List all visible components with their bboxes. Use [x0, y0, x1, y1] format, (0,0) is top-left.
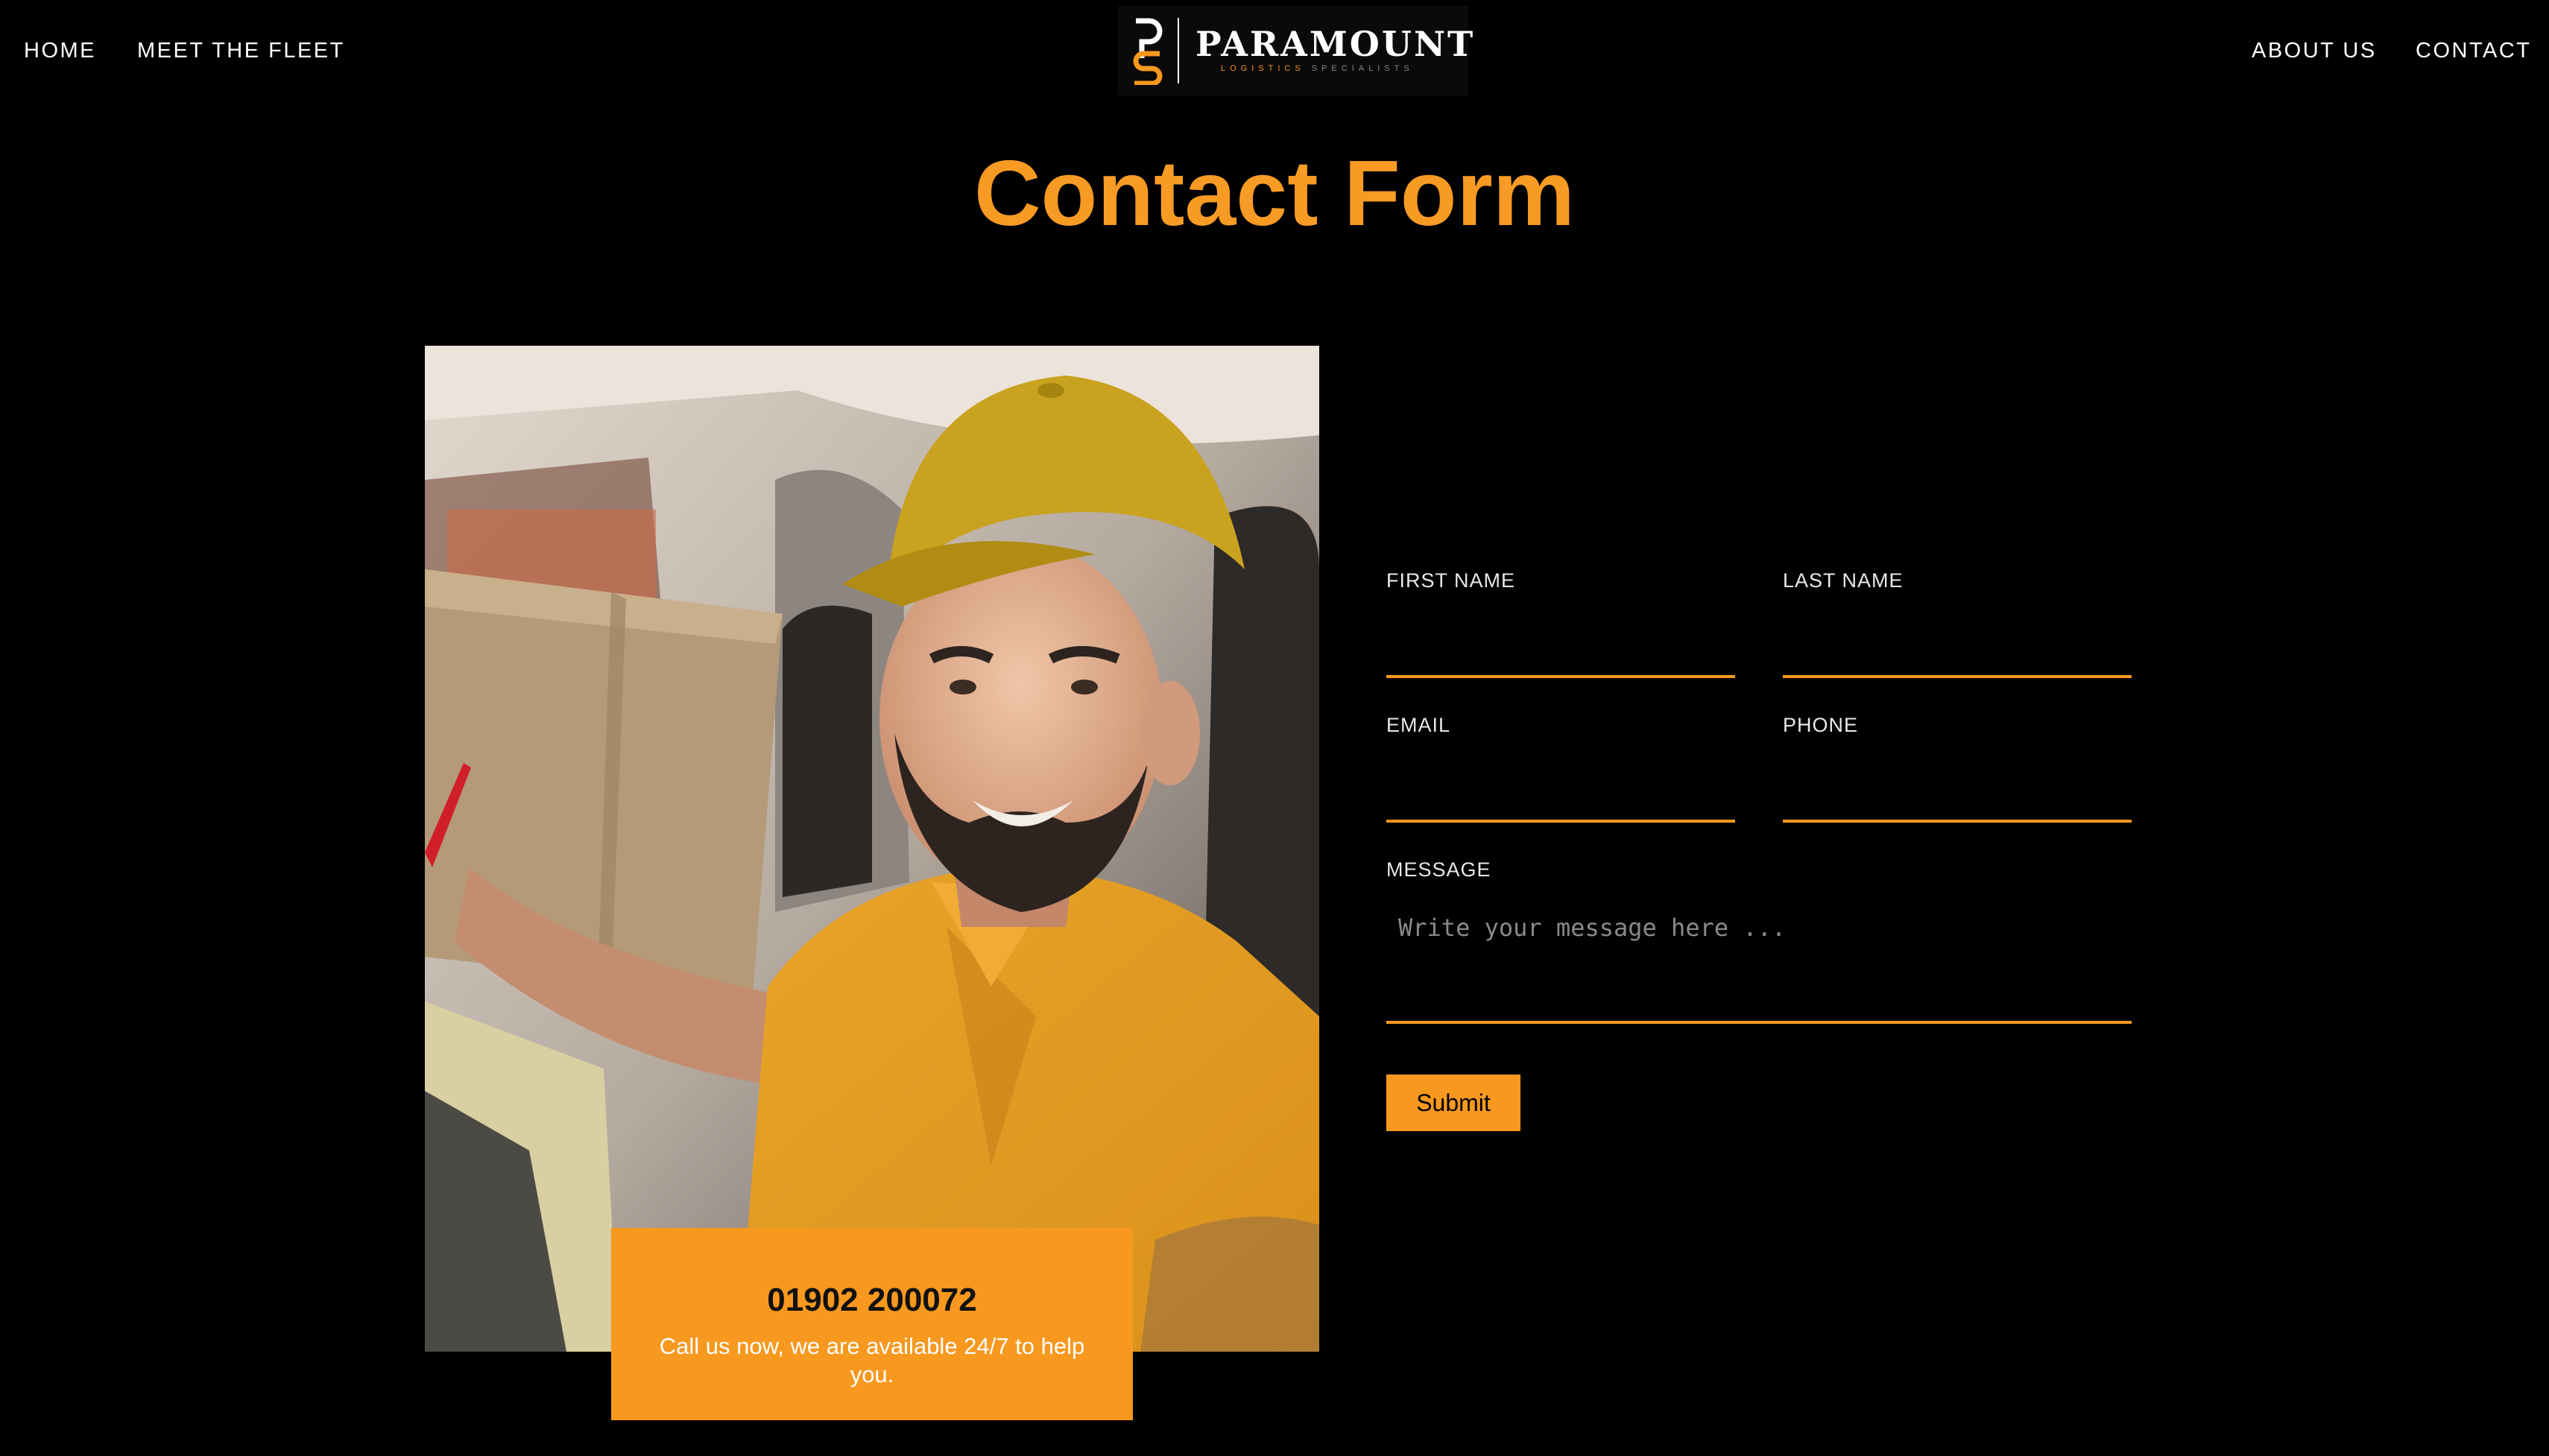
paramount-logo[interactable]: PARAMOUNT LOGISTICS SPECIALISTS: [1118, 6, 1473, 95]
first-name-input[interactable]: [1386, 638, 1735, 678]
last-name-input[interactable]: [1783, 638, 2132, 678]
delivery-driver-photo: [425, 346, 1319, 1352]
phone-input[interactable]: [1783, 782, 2132, 823]
logo-divider: [1178, 18, 1179, 83]
logo-tagline-logistics: LOGISTICS: [1221, 64, 1305, 73]
call-availability-text: Call us now, we are available 24/7 to he…: [659, 1333, 1085, 1387]
email-label: EMAIL: [1386, 714, 1451, 736]
logo-monogram-icon: [1133, 18, 1163, 85]
page-title: Contact Form: [974, 142, 1575, 245]
nav-about-link[interactable]: ABOUT US: [2252, 39, 2377, 63]
call-us-card: 01902 200072 Call us now, we are availab…: [611, 1228, 1133, 1420]
message-label: MESSAGE: [1386, 858, 1491, 881]
last-name-label: LAST NAME: [1783, 569, 1904, 592]
logo-wordmark: PARAMOUNT: [1195, 24, 1476, 64]
phone-label: PHONE: [1783, 714, 1859, 736]
first-name-label: FIRST NAME: [1386, 569, 1516, 592]
nav-fleet-link[interactable]: MEET THE FLEET: [137, 39, 345, 63]
top-navigation: HOME MEET THE FLEET PARAMOUNT LOGISTICS …: [0, 0, 2549, 104]
nav-contact-link[interactable]: CONTACT: [2416, 39, 2532, 63]
call-phone-number[interactable]: 01902 200072: [611, 1282, 1133, 1319]
delivery-driver-illustration: [425, 346, 1319, 1352]
message-textarea[interactable]: [1386, 905, 2132, 1024]
nav-home-link[interactable]: HOME: [24, 39, 96, 63]
email-input[interactable]: [1386, 782, 1735, 823]
submit-button[interactable]: Submit: [1386, 1074, 1520, 1131]
logo-tagline: LOGISTICS SPECIALISTS: [1221, 64, 1414, 73]
logo-tagline-specialists: SPECIALISTS: [1311, 64, 1414, 73]
